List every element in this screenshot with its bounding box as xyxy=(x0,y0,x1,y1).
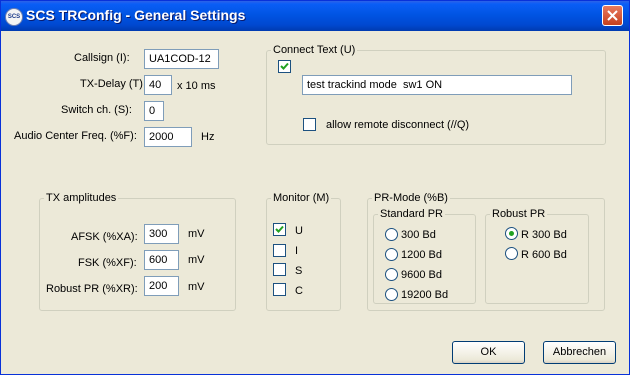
monitor-s-label: S xyxy=(295,265,303,277)
callsign-label: Callsign (I): xyxy=(74,52,130,64)
txdelay-unit: x 10 ms xyxy=(177,80,216,92)
fsk-input[interactable] xyxy=(144,250,179,270)
monitor-s-checkbox[interactable] xyxy=(273,263,286,276)
robust-pr-input[interactable] xyxy=(144,276,179,296)
afsk-label: AFSK (%XA): xyxy=(71,231,138,243)
audio-center-unit: Hz xyxy=(201,131,215,143)
tx-amplitudes-legend: TX amplitudes xyxy=(46,192,117,204)
robust-pr-radio-600[interactable] xyxy=(505,247,518,260)
standard-pr-radio-1200[interactable] xyxy=(385,248,398,261)
radio-selected-dot xyxy=(509,231,514,236)
monitor-c-label: C xyxy=(295,285,303,297)
connect-text-checkbox[interactable] xyxy=(278,60,291,73)
standard-pr-radio-300[interactable] xyxy=(385,228,398,241)
monitor-u-label: U xyxy=(295,225,303,237)
robust-pr-radio-300[interactable] xyxy=(505,227,518,240)
remote-disconnect-label: allow remote disconnect (//Q) xyxy=(326,119,470,131)
monitor-legend: Monitor (M) xyxy=(273,192,330,204)
pr-mode-legend: PR-Mode (%B) xyxy=(374,192,448,204)
fsk-unit: mV xyxy=(188,254,205,266)
window-title: SCS TRConfig - General Settings xyxy=(26,7,246,23)
check-mark-icon xyxy=(275,225,284,233)
app-icon: SCS xyxy=(5,8,23,26)
standard-pr-radio-9600[interactable] xyxy=(385,268,398,281)
monitor-i-checkbox[interactable] xyxy=(273,244,286,257)
robust-pr-unit: mV xyxy=(188,281,205,293)
txdelay-label: TX-Delay (T): xyxy=(80,78,146,90)
robust-pr-label-600: R 600 Bd xyxy=(521,249,567,261)
standard-pr-label-1200: 1200 Bd xyxy=(401,249,442,261)
monitor-c-checkbox[interactable] xyxy=(273,283,286,296)
ok-button[interactable]: OK xyxy=(452,341,525,364)
close-icon xyxy=(607,10,618,21)
switch-channel-input[interactable] xyxy=(144,101,164,121)
monitor-i-label: I xyxy=(295,245,299,257)
afsk-input[interactable] xyxy=(144,224,179,244)
connect-text-legend: Connect Text (U) xyxy=(273,44,356,56)
dialog-window: SCS SCS TRConfig - General Settings Call… xyxy=(0,0,630,375)
standard-pr-legend: Standard PR xyxy=(380,208,443,220)
cancel-button[interactable]: Abbrechen xyxy=(543,341,616,364)
switch-channel-label: Switch ch. (S): xyxy=(61,104,132,116)
fsk-label: FSK (%XF): xyxy=(78,257,137,269)
robust-pr-label-300: R 300 Bd xyxy=(521,229,567,241)
monitor-u-checkbox[interactable] xyxy=(273,223,286,236)
txdelay-input[interactable] xyxy=(144,75,172,95)
robust-pr-legend: Robust PR xyxy=(492,208,546,220)
standard-pr-label-300: 300 Bd xyxy=(401,229,436,241)
standard-pr-label-19200: 19200 Bd xyxy=(401,289,449,301)
remote-disconnect-checkbox[interactable] xyxy=(303,118,316,131)
robust-pr-label: Robust PR (%XR): xyxy=(46,283,138,295)
audio-center-label: Audio Center Freq. (%F): xyxy=(14,130,137,142)
afsk-unit: mV xyxy=(188,228,205,240)
standard-pr-label-9600: 9600 Bd xyxy=(401,269,442,281)
check-mark-icon xyxy=(280,62,289,70)
close-button[interactable] xyxy=(602,5,623,26)
connect-text-input[interactable] xyxy=(302,75,572,95)
title-bar[interactable]: SCS SCS TRConfig - General Settings xyxy=(1,1,629,31)
standard-pr-radio-19200[interactable] xyxy=(385,288,398,301)
audio-center-input[interactable] xyxy=(144,127,192,147)
callsign-input[interactable] xyxy=(144,49,219,69)
